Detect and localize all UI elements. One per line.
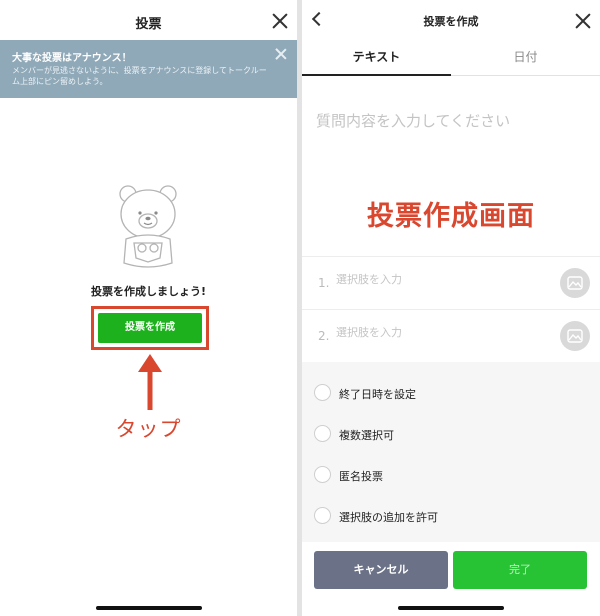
setting-label: 匿名投票 — [339, 470, 383, 483]
radio-button[interactable] — [314, 466, 331, 483]
question-input[interactable] — [316, 112, 586, 130]
page-title: 投票を作成 — [423, 15, 479, 28]
option-row: 2. — [302, 309, 600, 361]
radio-button[interactable] — [314, 425, 331, 442]
empty-state-text: 投票を作成しましょう! — [90, 285, 207, 298]
add-image-button[interactable] — [560, 321, 590, 351]
image-icon — [567, 329, 583, 343]
banner-close-icon[interactable] — [275, 48, 287, 60]
radio-button[interactable] — [314, 507, 331, 524]
cancel-button[interactable]: キャンセル — [314, 551, 448, 589]
close-icon[interactable] — [575, 13, 591, 29]
active-tab-indicator — [302, 74, 451, 76]
option-row: 1. — [302, 256, 600, 308]
setting-label: 終了日時を設定 — [339, 388, 416, 401]
screen-annotation: 投票作成画面 — [367, 201, 535, 232]
tab-date[interactable]: 日付 — [451, 48, 600, 65]
tap-annotation: タップ — [115, 417, 182, 441]
announce-banner[interactable]: 大事な投票はアナウンス！ メンバーが見逃さないように、投票をアナウンスに登録して… — [0, 40, 297, 98]
arrow-up-icon — [138, 354, 162, 410]
option-input[interactable] — [336, 326, 536, 339]
create-poll-button[interactable]: 投票を作成 — [98, 313, 202, 343]
banner-title: 大事な投票はアナウンス！ — [12, 53, 132, 64]
radio-button[interactable] — [314, 384, 331, 401]
home-indicator — [398, 606, 504, 610]
bear-icon — [119, 185, 177, 268]
done-button[interactable]: 完了 — [453, 551, 587, 589]
header: 投票 — [0, 0, 297, 42]
banner-text: メンバーが見逃さないように、投票をアナウンスに登録してトークルーム上部にピン留め… — [12, 66, 267, 86]
create-poll-screen: 投票を作成 テキスト 日付 投票作成画面 1. 2. 終了日時を設定 — [302, 0, 600, 616]
home-indicator — [96, 606, 202, 610]
add-image-button[interactable] — [560, 268, 590, 298]
option-number: 2. — [318, 329, 330, 343]
page-title: 投票 — [135, 17, 162, 32]
option-input[interactable] — [336, 273, 536, 286]
setting-label: 選択肢の追加を許可 — [339, 511, 438, 524]
poll-list-screen: 投票 大事な投票はアナウンス！ メンバーが見逃さないように、投票をアナウンスに登… — [0, 0, 297, 616]
option-number: 1. — [318, 276, 330, 290]
image-icon — [567, 276, 583, 290]
tab-text[interactable]: テキスト — [302, 48, 451, 65]
close-icon[interactable] — [272, 13, 288, 29]
setting-label: 複数選択可 — [339, 429, 394, 442]
